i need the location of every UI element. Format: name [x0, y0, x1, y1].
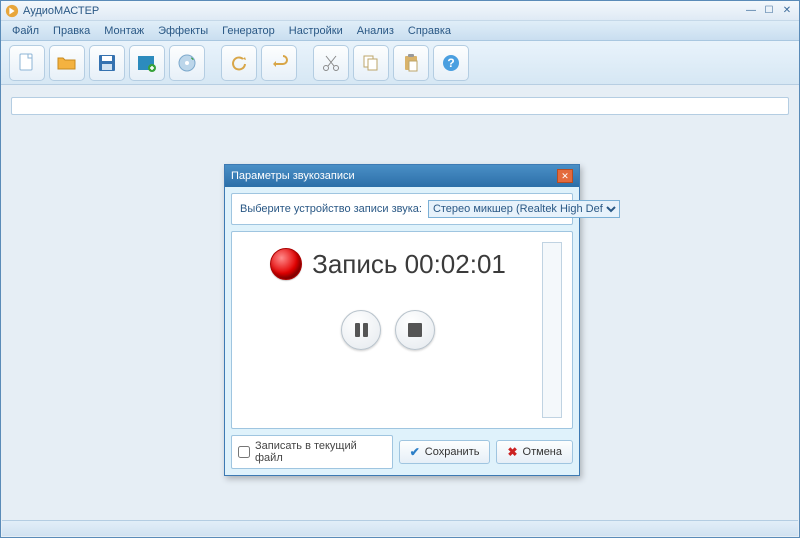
- device-label: Выберите устройство записи звука:: [240, 203, 422, 215]
- app-icon: [5, 4, 19, 18]
- cut-button[interactable]: [313, 45, 349, 81]
- record-indicator-icon: [270, 248, 302, 280]
- recording-status: Запись 00:02:01: [270, 248, 506, 280]
- copy-button[interactable]: [353, 45, 389, 81]
- menu-analysis[interactable]: Анализ: [350, 23, 401, 39]
- title-bar: АудиоМАСТЕР ― ☐ ✕: [1, 1, 799, 21]
- check-icon: ✔: [410, 445, 420, 459]
- dialog-title: Параметры звукозаписи: [231, 170, 557, 182]
- undo-button[interactable]: [261, 45, 297, 81]
- dialog-body: Выберите устройство записи звука: Стерео…: [225, 187, 579, 475]
- recording-controls: [341, 310, 435, 350]
- menu-generator[interactable]: Генератор: [215, 23, 282, 39]
- cancel-dialog-button[interactable]: ✖ Отмена: [496, 440, 573, 464]
- undo-icon: [268, 52, 290, 74]
- maximize-button[interactable]: ☐: [761, 4, 777, 18]
- menu-effects[interactable]: Эффекты: [151, 23, 215, 39]
- dialog-close-button[interactable]: ✕: [557, 169, 573, 183]
- close-button[interactable]: ✕: [779, 4, 795, 18]
- help-button[interactable]: ?: [433, 45, 469, 81]
- device-select[interactable]: Стерео микшер (Realtek High Def: [428, 200, 620, 218]
- scissors-icon: [320, 52, 342, 74]
- write-current-checkbox-row[interactable]: Записать в текущий файл: [231, 435, 393, 469]
- recording-main: Запись 00:02:01: [242, 242, 534, 418]
- recording-dialog: Параметры звукозаписи ✕ Выберите устройс…: [224, 164, 580, 476]
- app-title: АудиоМАСТЕР: [23, 5, 743, 17]
- cancel-label: Отмена: [523, 446, 562, 458]
- save-floppy-icon: [96, 52, 118, 74]
- menu-bar: Файл Правка Монтаж Эффекты Генератор Нас…: [1, 21, 799, 41]
- toolbar: ?: [1, 41, 799, 85]
- level-meter: [542, 242, 562, 418]
- dialog-footer: Записать в текущий файл ✔ Сохранить ✖ От…: [231, 435, 573, 469]
- write-current-checkbox[interactable]: [238, 446, 250, 458]
- open-button[interactable]: [49, 45, 85, 81]
- help-icon: ?: [440, 52, 462, 74]
- copy-icon: [360, 52, 382, 74]
- new-button[interactable]: [9, 45, 45, 81]
- workspace-track[interactable]: [11, 97, 789, 115]
- status-word: Запись: [312, 249, 397, 279]
- save-label: Сохранить: [425, 446, 480, 458]
- video-button[interactable]: [129, 45, 165, 81]
- recording-text: Запись 00:02:01: [312, 249, 506, 280]
- status-bar: [2, 520, 798, 536]
- stop-button[interactable]: [395, 310, 435, 350]
- write-current-label: Записать в текущий файл: [255, 440, 386, 464]
- paste-icon: [400, 52, 422, 74]
- pause-button[interactable]: [341, 310, 381, 350]
- dialog-title-bar[interactable]: Параметры звукозаписи ✕: [225, 165, 579, 187]
- minimize-button[interactable]: ―: [743, 4, 759, 18]
- cd-button[interactable]: [169, 45, 205, 81]
- pause-icon: [355, 323, 368, 337]
- disc-audio-icon: [176, 52, 198, 74]
- window-controls: ― ☐ ✕: [743, 4, 795, 18]
- menu-montage[interactable]: Монтаж: [97, 23, 151, 39]
- menu-help[interactable]: Справка: [401, 23, 458, 39]
- stop-icon: [408, 323, 422, 337]
- save-dialog-button[interactable]: ✔ Сохранить: [399, 440, 491, 464]
- menu-edit[interactable]: Правка: [46, 23, 97, 39]
- undo-arc-button[interactable]: [221, 45, 257, 81]
- undo-arc-icon: [228, 52, 250, 74]
- recording-timer: 00:02:01: [405, 249, 506, 279]
- device-selector-row: Выберите устройство записи звука: Стерео…: [231, 193, 573, 225]
- save-button[interactable]: [89, 45, 125, 81]
- svg-text:?: ?: [447, 56, 454, 70]
- menu-settings[interactable]: Настройки: [282, 23, 350, 39]
- recording-panel: Запись 00:02:01: [231, 231, 573, 429]
- menu-file[interactable]: Файл: [5, 23, 46, 39]
- paste-button[interactable]: [393, 45, 429, 81]
- cancel-icon: ✖: [507, 445, 517, 459]
- new-file-icon: [16, 52, 38, 74]
- video-plus-icon: [136, 52, 158, 74]
- open-folder-icon: [56, 52, 78, 74]
